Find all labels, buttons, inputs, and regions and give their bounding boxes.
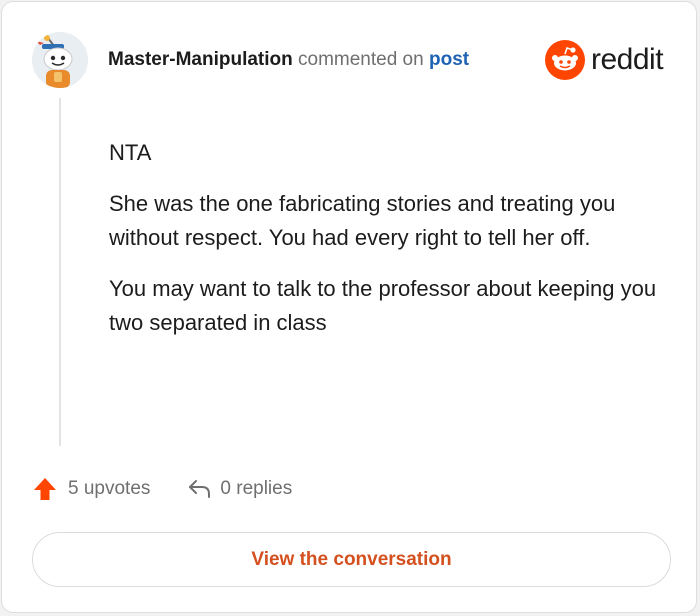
comment-body: NTA She was the one fabricating stories … — [109, 136, 659, 357]
reply-arrow-icon — [189, 480, 211, 498]
comment-embed-card: Master-Manipulation commented on post re… — [1, 1, 697, 613]
avatar[interactable] — [32, 32, 88, 88]
reply-count: 0 replies — [220, 478, 293, 499]
upvote-arrow-icon — [34, 478, 56, 500]
thread-line — [59, 98, 61, 446]
reddit-snoo-icon — [545, 40, 585, 80]
reddit-wordmark: reddit — [591, 43, 664, 76]
username-link[interactable]: Master-Manipulation — [108, 49, 293, 70]
view-conversation-button[interactable]: View the conversation — [32, 532, 671, 587]
comment-header: Master-Manipulation commented on post — [108, 47, 469, 73]
replies-button[interactable]: 0 replies — [186, 476, 292, 502]
snoo-avatar-icon — [32, 32, 88, 88]
post-link[interactable]: post — [429, 49, 469, 70]
comment-paragraph: She was the one fabricating stories and … — [109, 191, 616, 250]
comment-paragraph: You may want to talk to the professor ab… — [109, 276, 657, 335]
comment-footer: 5 upvotes 0 replies — [32, 476, 292, 502]
upvote-button[interactable]: 5 upvotes — [32, 476, 150, 502]
reddit-logo[interactable]: reddit — [545, 40, 664, 80]
upvote-count: 5 upvotes — [68, 478, 151, 499]
comment-paragraph: NTA — [109, 140, 152, 165]
commented-on-text: commented on — [298, 49, 424, 70]
